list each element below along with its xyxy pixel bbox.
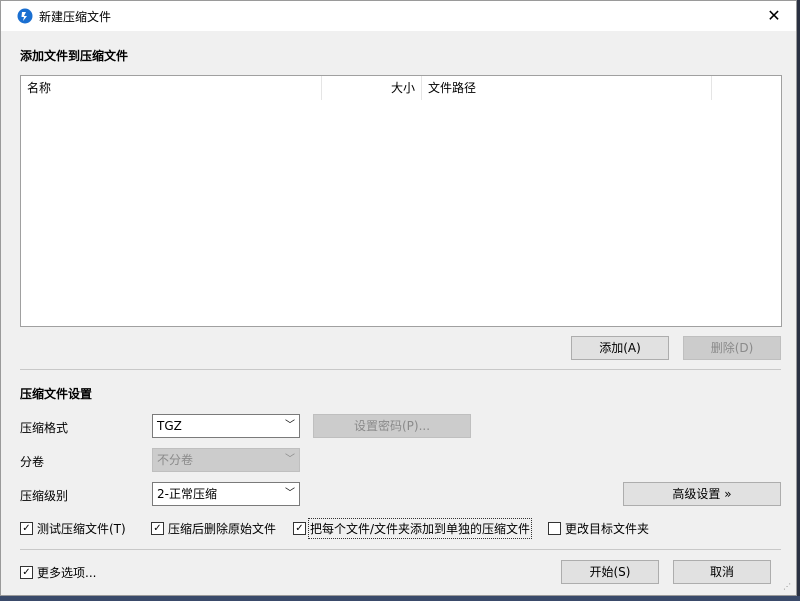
file-list[interactable]: 名称 大小 文件路径 xyxy=(20,75,782,327)
column-header-name[interactable]: 名称 xyxy=(21,76,322,100)
column-header-path[interactable]: 文件路径 xyxy=(422,76,712,100)
checkbox-checked-icon: ✓ xyxy=(293,522,306,535)
more-options-checkbox[interactable]: ✓ 更多选项... xyxy=(20,564,96,581)
separator xyxy=(20,549,781,550)
change-target-folder-label: 更改目标文件夹 xyxy=(565,522,650,536)
checkbox-checked-icon: ✓ xyxy=(151,522,164,535)
separate-archives-label: 把每个文件/文件夹添加到单独的压缩文件 xyxy=(307,518,533,539)
test-archive-label: 测试压缩文件(T) xyxy=(37,522,126,536)
app-icon xyxy=(17,8,33,24)
format-value: TGZ xyxy=(157,419,182,433)
column-header-size[interactable]: 大小 xyxy=(322,76,422,100)
checkbox-unchecked-icon xyxy=(548,522,561,535)
separator xyxy=(20,369,781,370)
split-select[interactable]: 不分卷 ﹀ xyxy=(152,448,300,472)
advanced-settings-button[interactable]: 高级设置 » xyxy=(623,482,781,506)
add-button[interactable]: 添加(A) xyxy=(571,336,669,360)
split-label: 分卷 xyxy=(20,455,45,469)
chevron-down-icon: ﹀ xyxy=(285,488,295,499)
files-section-label: 添加文件到压缩文件 xyxy=(20,49,129,63)
level-value: 2-正常压缩 xyxy=(157,487,217,501)
level-label: 压缩级别 xyxy=(20,489,69,503)
desktop-background xyxy=(0,596,800,601)
format-label: 压缩格式 xyxy=(20,421,69,435)
new-archive-dialog: 新建压缩文件 ✕ 添加文件到压缩文件 名称 大小 文件路径 添加(A) 删除(D… xyxy=(0,0,797,596)
split-value: 不分卷 xyxy=(157,453,194,467)
format-select[interactable]: TGZ ﹀ xyxy=(152,414,300,438)
set-password-button[interactable]: 设置密码(P)... xyxy=(313,414,471,438)
level-select[interactable]: 2-正常压缩 ﹀ xyxy=(152,482,300,506)
title-bar: 新建压缩文件 ✕ xyxy=(1,1,796,31)
separate-archives-checkbox[interactable]: ✓ 把每个文件/文件夹添加到单独的压缩文件 xyxy=(293,518,533,539)
chevron-down-icon: ﹀ xyxy=(285,454,295,465)
test-archive-checkbox[interactable]: ✓ 测试压缩文件(T) xyxy=(20,520,126,537)
checkbox-checked-icon: ✓ xyxy=(20,566,33,579)
cancel-button[interactable]: 取消 xyxy=(673,560,771,584)
close-icon[interactable]: ✕ xyxy=(763,6,785,26)
settings-section-label: 压缩文件设置 xyxy=(20,387,93,401)
more-options-label: 更多选项... xyxy=(37,566,97,580)
window-title: 新建压缩文件 xyxy=(39,10,112,24)
resize-grip-icon[interactable]: ⋰ xyxy=(783,582,793,592)
delete-button[interactable]: 删除(D) xyxy=(683,336,781,360)
start-button[interactable]: 开始(S) xyxy=(561,560,659,584)
change-target-folder-checkbox[interactable]: 更改目标文件夹 xyxy=(548,520,649,537)
checkbox-checked-icon: ✓ xyxy=(20,522,33,535)
chevron-down-icon: ﹀ xyxy=(285,420,295,431)
delete-after-checkbox[interactable]: ✓ 压缩后删除原始文件 xyxy=(151,520,276,537)
delete-after-label: 压缩后删除原始文件 xyxy=(168,522,277,536)
